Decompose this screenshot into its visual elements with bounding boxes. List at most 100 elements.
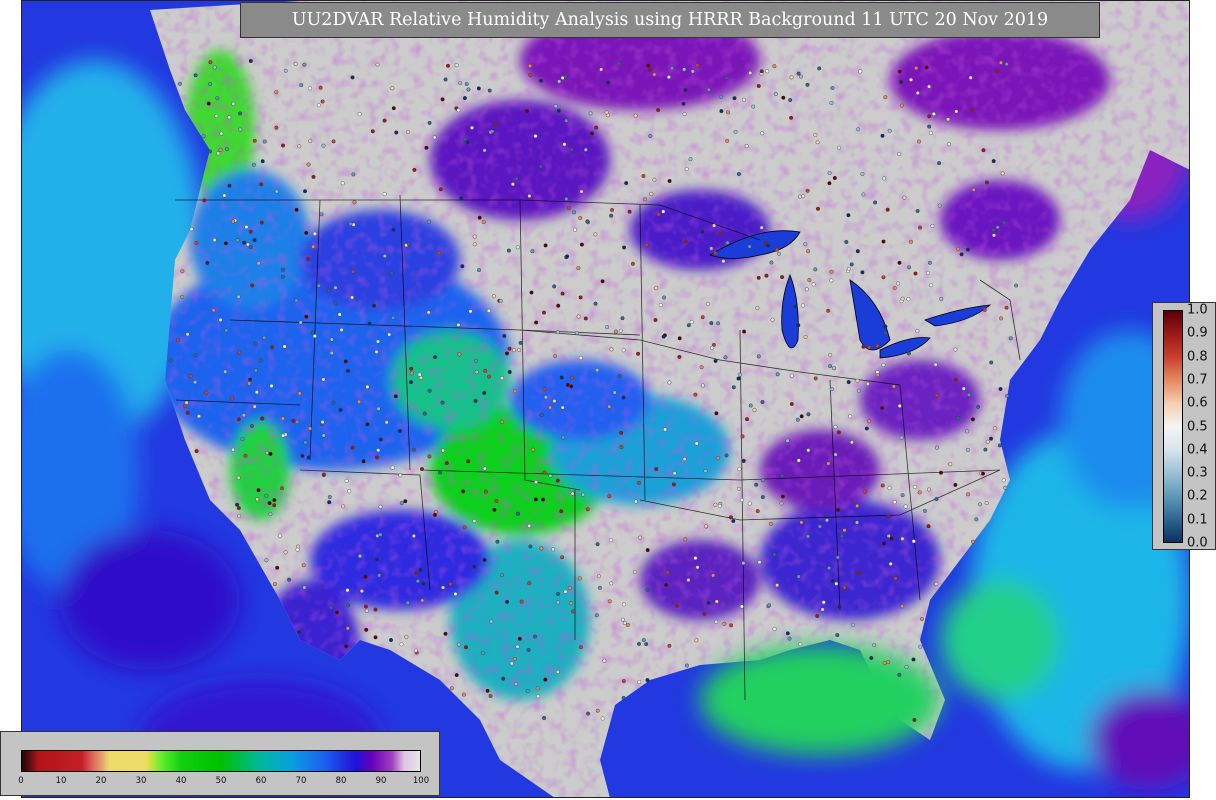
station-marker: [807, 278, 812, 283]
station-marker: [240, 437, 245, 442]
station-marker: [978, 502, 983, 507]
station-marker: [742, 329, 747, 334]
station-marker: [370, 129, 375, 134]
station-marker: [297, 630, 302, 635]
station-marker: [579, 189, 584, 194]
station-marker: [294, 298, 299, 303]
station-marker: [476, 86, 481, 91]
station-marker: [548, 405, 553, 410]
station-marker: [804, 287, 809, 292]
station-marker: [264, 558, 269, 563]
station-marker: [512, 348, 517, 353]
station-marker: [939, 297, 944, 302]
station-marker: [593, 301, 598, 306]
station-marker: [274, 125, 279, 130]
station-marker: [594, 125, 599, 130]
station-marker: [999, 316, 1004, 321]
station-marker: [897, 672, 902, 677]
station-marker: [512, 657, 517, 662]
station-marker: [295, 419, 300, 424]
station-marker: [861, 192, 866, 197]
station-marker: [817, 66, 822, 71]
station-marker: [816, 206, 821, 211]
station-marker: [893, 576, 898, 581]
station-marker: [188, 374, 193, 379]
station-marker: [795, 417, 800, 422]
station-marker: [278, 533, 283, 538]
station-marker: [756, 83, 761, 88]
station-marker: [399, 642, 404, 647]
station-marker: [798, 194, 803, 199]
station-marker: [571, 609, 576, 614]
station-marker: [340, 181, 345, 186]
station-marker: [477, 215, 482, 220]
station-marker: [406, 241, 411, 246]
station-marker: [900, 493, 905, 498]
station-marker: [343, 359, 348, 364]
station-marker: [472, 519, 477, 524]
station-marker: [564, 196, 569, 201]
station-marker: [924, 65, 929, 70]
station-marker: [607, 404, 612, 409]
station-marker: [617, 61, 622, 66]
station-marker: [892, 286, 897, 291]
station-marker: [793, 304, 798, 309]
station-marker: [518, 340, 523, 345]
station-marker: [335, 610, 340, 615]
station-marker: [984, 501, 989, 506]
station-marker: [722, 621, 727, 626]
station-marker: [641, 173, 646, 178]
station-marker: [236, 475, 241, 480]
station-marker: [282, 344, 287, 349]
station-marker: [270, 345, 275, 350]
station-marker: [193, 73, 198, 78]
station-marker: [796, 458, 801, 463]
station-marker: [863, 489, 868, 494]
station-marker: [281, 433, 286, 438]
station-marker: [563, 589, 568, 594]
station-marker: [760, 495, 765, 500]
station-marker: [948, 462, 953, 467]
station-marker: [394, 130, 399, 135]
station-marker: [683, 537, 688, 542]
station-marker: [721, 259, 726, 264]
station-marker: [717, 504, 722, 509]
station-marker: [333, 285, 338, 290]
station-marker: [274, 189, 279, 194]
station-marker: [757, 560, 762, 565]
station-marker: [775, 372, 780, 377]
station-marker: [892, 500, 897, 505]
station-marker: [464, 645, 469, 650]
station-marker: [251, 162, 256, 167]
station-marker: [741, 97, 746, 102]
station-marker: [937, 203, 942, 208]
station-marker: [630, 261, 635, 266]
station-marker: [433, 355, 438, 360]
station-marker: [507, 346, 512, 351]
station-marker: [457, 642, 462, 647]
station-marker: [308, 86, 313, 91]
station-marker: [375, 62, 380, 67]
station-marker: [967, 392, 972, 397]
station-marker: [306, 256, 311, 261]
station-marker: [248, 377, 253, 382]
station-marker: [684, 166, 689, 171]
station-marker: [542, 310, 547, 315]
station-marker: [206, 101, 211, 106]
station-marker: [405, 600, 410, 605]
station-marker: [883, 331, 888, 336]
station-marker: [789, 75, 794, 80]
station-marker: [556, 592, 561, 597]
station-marker: [543, 677, 548, 682]
station-colorbar-tick: 0.4: [1187, 442, 1208, 458]
station-marker: [275, 565, 280, 570]
station-marker: [849, 262, 854, 267]
station-marker: [466, 87, 471, 92]
station-marker: [375, 557, 380, 562]
station-marker: [205, 260, 210, 265]
station-marker: [578, 356, 583, 361]
station-marker: [376, 448, 381, 453]
station-marker: [953, 377, 958, 382]
station-marker: [934, 445, 939, 450]
station-marker: [927, 114, 932, 119]
